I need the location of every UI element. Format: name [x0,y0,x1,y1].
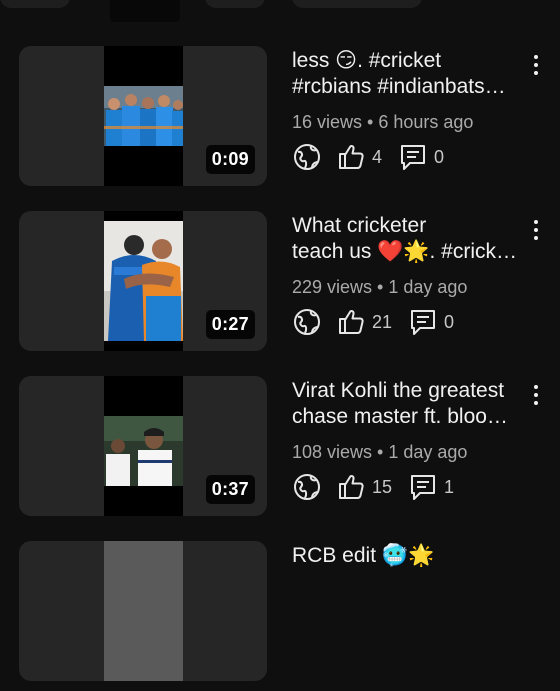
video-title-line: teach us ❤️🌟. #crick… [292,240,518,263]
video-list-item[interactable]: 0:27 What cricketer teach us ❤️🌟. #crick… [0,211,560,361]
video-title-line: What cricketer [292,214,427,237]
thumbnail-image [104,221,183,341]
previous-item-edge [0,0,560,24]
video-meta: 16 views • 6 hours ago [292,112,474,132]
comment-count: 0 [434,146,445,167]
more-dot [534,393,538,397]
video-thumbnail[interactable]: 0:09 [19,46,267,186]
video-meta: 108 views • 1 day ago [292,442,468,462]
video-duration: 0:27 [205,310,255,339]
globe-icon [294,309,320,335]
video-meta: 229 views • 1 day ago [292,277,468,297]
globe-icon [294,144,320,170]
like-count: 15 [372,476,393,497]
video-thumbnail[interactable]: 0:37 [19,376,267,516]
more-dot [534,63,538,67]
like-count: 4 [372,146,383,167]
more-dot [534,401,538,405]
comment-icon[interactable] [398,142,428,172]
more-options-button[interactable] [524,215,548,245]
video-title[interactable]: less 😏. #cricket #rcbians #indianbats… [292,48,522,100]
more-options-button[interactable] [524,380,548,410]
comment-count: 0 [444,311,455,332]
video-stats: 21 0 [292,307,470,337]
video-title-line: less 😏. #cricket [292,49,442,72]
video-title-line: chase master ft. bloo… [292,405,508,428]
video-duration: 0:37 [205,475,255,504]
video-title-line: RCB edit 🥶🌟 [292,544,435,567]
globe-icon [294,474,320,500]
like-count: 21 [372,311,393,332]
more-dot [534,220,538,224]
more-dot [534,385,538,389]
video-thumbnail[interactable]: 0:27 [19,211,267,351]
video-list-item[interactable]: 0:09 less 😏. #cricket #rcbians #indianba… [0,46,560,196]
thumbs-up-icon[interactable] [336,142,366,172]
video-title[interactable]: Virat Kohli the greatest chase master ft… [292,378,522,430]
video-stats: 4 0 [292,142,460,172]
more-dot [534,228,538,232]
video-title-line: Virat Kohli the greatest [292,379,505,402]
video-list-item[interactable]: 0:37 Virat Kohli the greatest chase mast… [0,376,560,526]
video-duration: 0:09 [205,145,255,174]
thumbnail-image [104,416,183,486]
more-dot [534,71,538,75]
previous-item-chip [0,0,70,8]
previous-thumbnail-edge [110,0,180,22]
video-title-line: #rcbians #indianbats… [292,75,506,98]
more-dot [534,55,538,59]
video-list-item[interactable]: RCB edit 🥶🌟 [0,541,560,691]
thumbs-up-icon[interactable] [336,307,366,337]
thumbnail-letterbox [104,541,183,681]
more-options-button[interactable] [524,50,548,80]
video-title[interactable]: What cricketer teach us ❤️🌟. #crick… [292,213,522,265]
thumbnail-image [104,86,183,146]
comment-icon[interactable] [408,307,438,337]
previous-item-chip [292,0,422,8]
comment-icon[interactable] [408,472,438,502]
video-title[interactable]: RCB edit 🥶🌟 [292,543,522,569]
thumbs-up-icon[interactable] [336,472,366,502]
video-stats: 15 1 [292,472,470,502]
previous-item-chip [205,0,265,8]
comment-count: 1 [444,476,455,497]
more-dot [534,236,538,240]
video-thumbnail[interactable] [19,541,267,681]
